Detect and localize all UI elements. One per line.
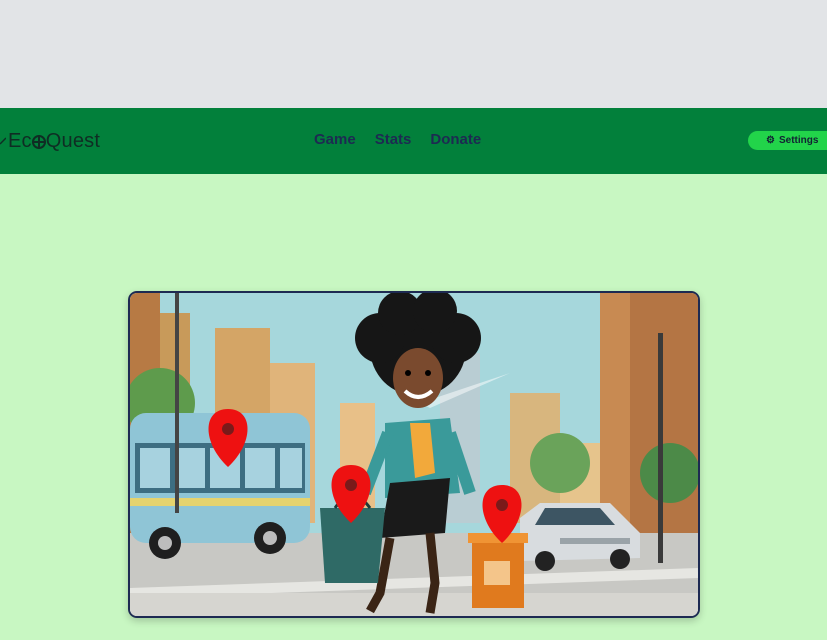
gear-icon: ⚙ bbox=[766, 135, 775, 146]
globe-icon bbox=[31, 135, 46, 149]
hero-illustration bbox=[128, 291, 700, 618]
nav-link-game[interactable]: Game bbox=[314, 131, 356, 148]
logo-text-end: Quest bbox=[45, 129, 101, 152]
settings-label: Settings bbox=[778, 135, 819, 146]
top-gray-band bbox=[0, 0, 827, 108]
main-nav: Game Stats Donate bbox=[314, 131, 500, 148]
settings-button[interactable]: ⚙ Settings bbox=[748, 131, 827, 150]
nav-link-donate[interactable]: Donate bbox=[430, 131, 481, 148]
logo[interactable]: Ec Quest bbox=[0, 129, 100, 153]
leaf-icon bbox=[0, 133, 7, 149]
recycling-bin-illustration bbox=[468, 533, 528, 608]
nav-link-stats[interactable]: Stats bbox=[375, 131, 412, 148]
logo-text-start: Ec bbox=[8, 129, 32, 152]
